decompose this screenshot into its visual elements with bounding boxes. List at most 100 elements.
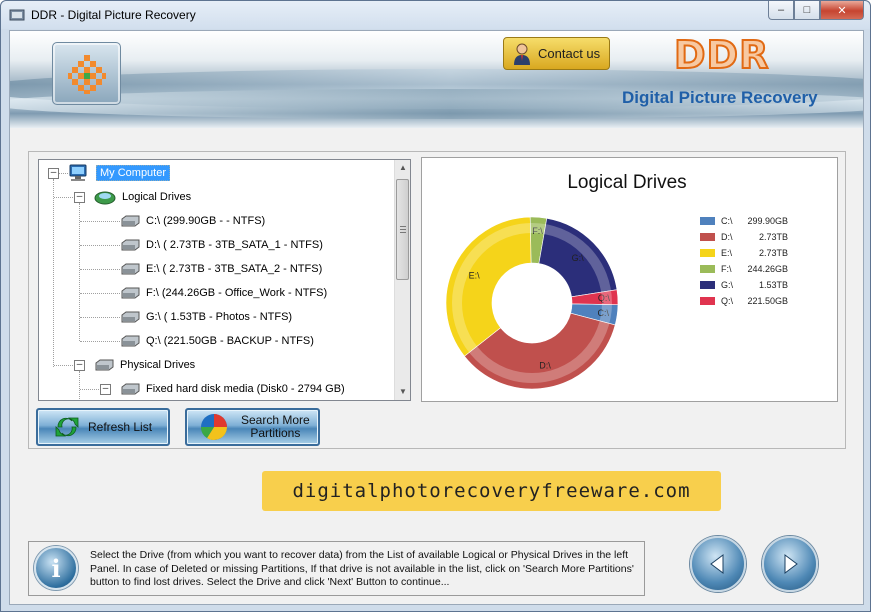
tree-node-label: Physical Drives (120, 359, 196, 371)
legend-swatch (700, 265, 715, 273)
tree-node-logical-drives[interactable]: Logical Drives (94, 187, 191, 207)
app-window: DDR - Digital Picture Recovery – □ ✕ Con… (0, 0, 871, 612)
tree-node-logical-drive[interactable]: C:\ (299.90GB - - NTFS) (120, 211, 265, 231)
legend-entry: E:\ 2.73TB (700, 245, 788, 261)
close-button[interactable]: ✕ (820, 1, 864, 20)
legend-value: 2.73TB (758, 232, 788, 242)
tree-node-label: Q:\ (221.50GB - BACKUP - NTFS) (146, 335, 314, 347)
legend-value: 221.50GB (747, 296, 788, 306)
tree-node-label: E:\ ( 2.73TB - 3TB_SATA_2 - NTFS) (146, 263, 323, 275)
maximize-button[interactable]: □ (794, 1, 820, 20)
tree-node-my-computer[interactable]: My Computer (68, 163, 171, 183)
legend-swatch (700, 233, 715, 241)
brand-logo-text: DDR (673, 32, 770, 78)
legend-entry: D:\ 2.73TB (700, 229, 788, 245)
tree-node-label: G:\ ( 1.53TB - Photos - NTFS) (146, 311, 293, 323)
scroll-down-icon[interactable]: ▼ (395, 384, 410, 400)
drive-icon (121, 287, 140, 299)
contact-us-label: Contact us (538, 46, 601, 61)
physical-drives-icon (95, 359, 114, 371)
drive-icon (121, 239, 140, 251)
person-icon (514, 43, 530, 65)
app-icon (9, 9, 25, 21)
drive-icon (121, 263, 140, 275)
pie-partitions-icon (200, 414, 228, 441)
brand-subtitle: Digital Picture Recovery (622, 88, 818, 107)
logical-drives-icon (94, 191, 116, 205)
legend-label: D:\ (721, 232, 733, 242)
header-banner: Contact us DDR Digital Picture Recovery (10, 31, 863, 128)
scrollbar-thumb[interactable] (396, 179, 409, 280)
tree-expander-root[interactable]: – (48, 168, 59, 179)
scroll-up-icon[interactable]: ▲ (395, 160, 410, 176)
tree-node-logical-drive[interactable]: Q:\ (221.50GB - BACKUP - NTFS) (120, 331, 314, 351)
chart-legend: C:\ 299.90GB D:\ 2.73TB E:\ 2.73TB F:\ 244.26GB… (700, 213, 788, 309)
slice-label: G:\ (572, 253, 585, 263)
legend-label: C:\ (721, 216, 733, 226)
donut-hole (492, 263, 572, 343)
drive-icon (121, 215, 140, 227)
back-button[interactable] (690, 536, 746, 592)
legend-entry: Q:\ 221.50GB (700, 293, 788, 309)
legend-swatch (700, 249, 715, 257)
tree-expander-physical[interactable]: – (74, 360, 85, 371)
app-logo (52, 42, 121, 105)
tree-expander-logical[interactable]: – (74, 192, 85, 203)
window-title: DDR - Digital Picture Recovery (31, 8, 196, 22)
tree-node-label: My Computer (96, 165, 171, 181)
next-arrow-icon (784, 554, 798, 574)
search-more-partitions-button[interactable]: Search More Partitions (185, 408, 320, 446)
tree-node-physical-drive[interactable]: Fixed hard disk media (Disk0 - 2794 GB) (120, 379, 345, 399)
legend-entry: G:\ 1.53TB (700, 277, 788, 293)
legend-value: 244.26GB (747, 264, 788, 274)
drive-icon (121, 311, 140, 323)
contact-us-button[interactable]: Contact us (503, 37, 610, 70)
next-button[interactable] (762, 536, 818, 592)
legend-entry: C:\ 299.90GB (700, 213, 788, 229)
instructions-panel: i Select the Drive (from which you want … (28, 541, 645, 596)
tree-node-logical-drive[interactable]: E:\ ( 2.73TB - 3TB_SATA_2 - NTFS) (120, 259, 322, 279)
legend-label: Q:\ (721, 296, 734, 306)
drive-icon (121, 335, 140, 347)
title-bar[interactable]: DDR - Digital Picture Recovery – □ ✕ (1, 1, 870, 29)
tree-node-label: D:\ ( 2.73TB - 3TB_SATA_1 - NTFS) (146, 239, 323, 251)
legend-swatch (700, 297, 715, 305)
slice-label: D:\ (539, 361, 551, 371)
website-url-banner: digitalphotorecoveryfreeware.com (262, 471, 721, 511)
search-more-label-line2: Partitions (250, 426, 301, 440)
minimize-button[interactable]: – (768, 1, 794, 20)
tree-node-label: Logical Drives (122, 191, 192, 203)
refresh-list-label: Refresh List (88, 419, 153, 434)
legend-value: 2.73TB (758, 248, 788, 258)
legend-label: E:\ (721, 248, 733, 258)
logical-drives-chart: Logical Drives C:\ D:\ E:\ F:\ G:\ Q:\ C:\ 299… (421, 157, 838, 402)
chart-title: Logical Drives (567, 172, 687, 193)
tree-node-logical-drive[interactable]: D:\ ( 2.73TB - 3TB_SATA_1 - NTFS) (120, 235, 323, 255)
legend-label: G:\ (721, 280, 734, 290)
tree-node-label: Fixed hard disk media (Disk0 - 2794 GB) (146, 383, 345, 395)
drive-selection-panel: – My Computer – Logical Drives C:\ (299.… (28, 151, 846, 449)
legend-swatch (700, 217, 715, 225)
legend-entry: F:\ 244.26GB (700, 261, 788, 277)
slice-label: E:\ (469, 271, 481, 281)
tree-node-physical-drives[interactable]: Physical Drives (94, 355, 195, 375)
refresh-icon (55, 417, 79, 437)
donut-chart: C:\D:\E:\F:\G:\Q:\ (445, 216, 619, 390)
tree-expander-disk0[interactable]: – (100, 384, 111, 395)
hard-disk-icon (121, 383, 140, 395)
legend-label: F:\ (721, 264, 732, 274)
drive-tree[interactable]: – My Computer – Logical Drives C:\ (299.… (38, 159, 411, 401)
client-area: Contact us DDR Digital Picture Recovery … (9, 30, 864, 605)
tree-node-logical-drive[interactable]: G:\ ( 1.53TB - Photos - NTFS) (120, 307, 292, 327)
tree-scrollbar[interactable]: ▲ ▼ (394, 160, 410, 400)
logo-pattern-icon (68, 55, 106, 94)
legend-value: 1.53TB (758, 280, 788, 290)
back-arrow-icon (710, 554, 724, 574)
legend-value: 299.90GB (747, 216, 788, 226)
tree-node-logical-drive[interactable]: F:\ (244.26GB - Office_Work - NTFS) (120, 283, 327, 303)
tree-node-label: C:\ (299.90GB - - NTFS) (146, 215, 266, 227)
refresh-list-button[interactable]: Refresh List (36, 408, 170, 446)
instructions-text: Select the Drive (from which you want to… (90, 549, 634, 588)
tree-node-label: F:\ (244.26GB - Office_Work - NTFS) (146, 287, 328, 299)
info-icon: i (34, 546, 78, 590)
